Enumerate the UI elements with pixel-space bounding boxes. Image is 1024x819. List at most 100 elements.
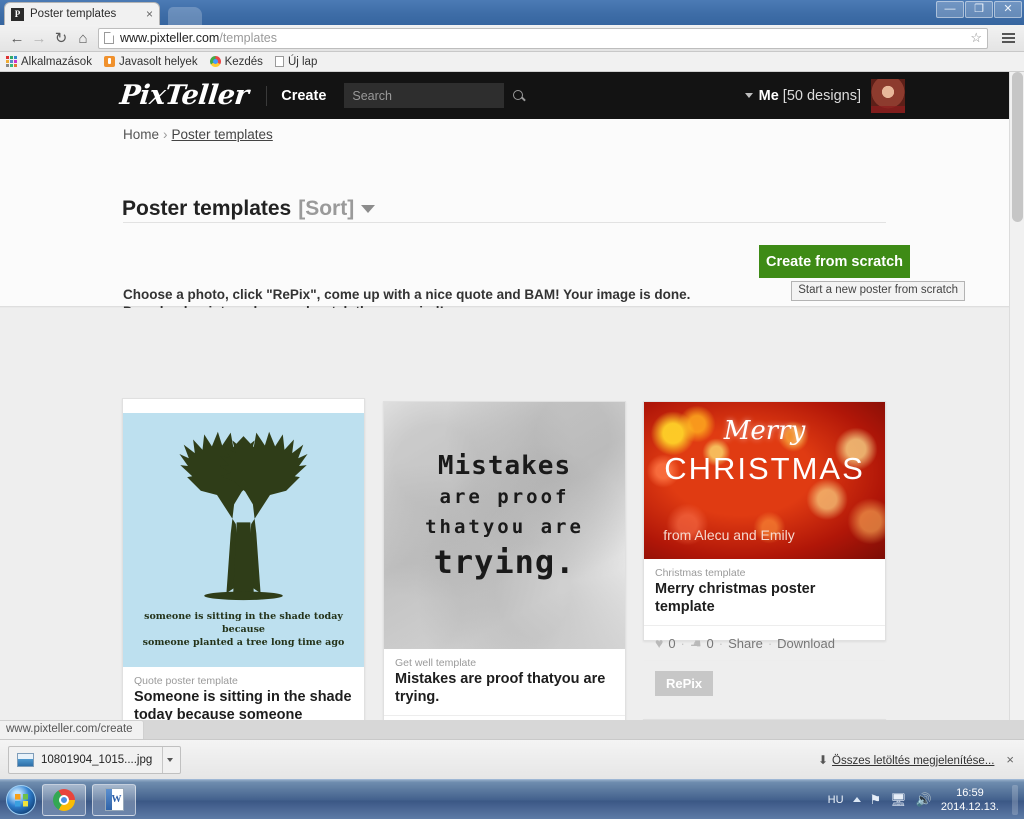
shelf-right-group: ⬇ Összes letöltés megjelenítése... × [818,751,1014,769]
create-from-scratch-button[interactable]: Create from scratch [759,245,910,278]
tab-close-icon[interactable]: × [146,7,153,21]
card-thumbnail[interactable]: Merry CHRISTMAS from Alecu and Emily [644,402,885,559]
maximize-button[interactable]: ❐ [965,1,993,18]
poster-line-2: CHRISTMAS [664,450,865,486]
volume-icon[interactable]: 🔊 [916,792,932,808]
clock-time: 16:59 [956,786,984,799]
card-title[interactable]: Merry christmas poster template [655,580,874,616]
browser-toolbar: ← → ↻ ⌂ www.pixteller.com/templates ☆ [0,25,1024,52]
heart-icon[interactable]: ♥ [655,635,663,651]
reload-icon[interactable]: ↻ [50,27,72,49]
page-scrollbar[interactable] [1009,72,1024,720]
show-hidden-icons-icon[interactable] [852,797,861,802]
card-thumbnail[interactable]: Mistakes are proof thatyou are trying. [384,402,625,649]
separator-dot: · [680,635,685,651]
typewriter-paper-art: Mistakes are proof thatyou are trying. [384,402,625,649]
user-label: Me [758,87,779,104]
quote-line-2: someone planted a tree long time ago [142,637,345,648]
browser-titlebar: P Poster templates × — ❐ ✕ [0,0,1024,25]
start-orb-icon[interactable] [6,784,36,815]
close-shelf-icon[interactable]: × [1006,752,1014,767]
header-divider [266,85,268,106]
breadcrumb-current[interactable]: Poster templates [172,127,273,142]
search-icon[interactable] [513,89,525,102]
site-header: PixTeller Create Me [50 designs] [0,72,1009,119]
poster-line-3: thatyou are [425,515,584,538]
tab-favicon-icon: P [11,7,24,21]
tree-poster-quote: someone is sitting in the shade today be… [123,610,364,649]
word-icon-letter: W [111,794,122,805]
card-actions: ♥ 6 · ☚ 0 · Share · Download [384,715,625,720]
poster-line-1: Merry [723,416,806,447]
download-item[interactable]: 10801904_1015....jpg [8,745,182,774]
search-box[interactable] [344,83,524,108]
chevron-down-icon [744,93,753,98]
bookmark-apps[interactable]: Alkalmazások [6,56,92,68]
page-description-line1: Choose a photo, click "RePix", come up w… [123,287,691,302]
tree-poster-art: someone is sitting in the shade today be… [123,413,364,667]
back-icon[interactable]: ← [6,27,28,49]
word-icon: W [104,788,124,811]
home-icon[interactable]: ⌂ [72,27,94,49]
sort-toggle-label[interactable]: [Sort] [298,197,354,221]
bookmark-label: Kezdés [224,55,263,68]
tree-icon [179,431,308,601]
clock[interactable]: 16:59 2014.12.13. [941,786,999,814]
card-title[interactable]: Mistakes are proof thatyou are trying. [395,670,614,706]
breadcrumb-home[interactable]: Home [123,127,159,142]
close-window-button[interactable]: ✕ [994,1,1022,18]
breadcrumb-separator: › [163,127,168,142]
browser-tab[interactable]: P Poster templates × [4,2,160,25]
show-desktop-button[interactable] [1012,784,1018,815]
clock-date: 2014.12.13. [940,800,999,813]
bookmark-suggested[interactable]: Javasolt helyek [103,55,198,68]
chrome-menu-icon[interactable] [998,33,1018,43]
taskbar-item-chrome[interactable] [42,783,86,816]
scrollbar-thumb[interactable] [1012,72,1023,222]
bookmark-newtab[interactable]: Új lap [274,55,318,68]
url-path: /templates [219,31,278,45]
language-indicator[interactable]: HU [828,794,844,806]
separator-dot: · [767,635,773,651]
search-input[interactable] [352,88,514,103]
url-domain: www.pixteller.com [120,31,220,45]
download-link[interactable]: Download [777,636,835,651]
network-icon[interactable]: 🖥 [890,792,907,808]
template-card[interactable]: someone is sitting in the shade today be… [122,398,365,720]
separator-dot: · [718,635,724,651]
create-button-tooltip: Start a new poster from scratch [791,281,965,301]
template-card[interactable] [643,719,886,720]
share-link[interactable]: Share [728,636,763,651]
chevron-down-icon[interactable] [361,205,376,213]
status-bubble: www.pixteller.com/create [0,720,144,739]
card-title[interactable]: Someone is sitting in the shade today be… [134,688,353,720]
bookmark-start[interactable]: Kezdés [209,55,263,68]
url-text: www.pixteller.com/templates [120,31,277,45]
card-thumbnail[interactable]: someone is sitting in the shade today be… [123,399,364,667]
bookmark-star-icon[interactable]: ☆ [970,30,982,46]
poster-line-2: are proof [439,485,570,508]
chrome-icon [209,56,221,67]
template-card[interactable]: Mistakes are proof thatyou are trying. G… [383,401,626,720]
repix-button[interactable]: RePix [655,671,714,696]
bookmark-label: Új lap [287,55,318,68]
user-menu[interactable]: Me [50 designs] [744,78,905,113]
site-logo[interactable]: PixTeller [118,80,250,111]
show-all-downloads-label[interactable]: Összes letöltés megjelenítése... [832,755,994,767]
nav-create-link[interactable]: Create [281,88,326,104]
avatar[interactable] [871,78,905,113]
thumbs-down-icon[interactable]: ☚ [690,635,702,651]
breadcrumb: Home › Poster templates [123,127,273,142]
taskbar-item-word[interactable]: W [92,783,136,816]
new-tab-button[interactable] [168,7,202,25]
chrome-icon [53,788,75,811]
bookmark-label: Javasolt helyek [118,55,198,68]
address-bar[interactable]: www.pixteller.com/templates ☆ [98,27,988,49]
template-card[interactable]: Merry CHRISTMAS from Alecu and Emily Chr… [643,401,886,696]
minimize-button[interactable]: — [936,1,964,18]
show-all-downloads[interactable]: ⬇ Összes letöltés megjelenítése... [818,751,994,769]
flag-icon[interactable]: ⚑ [870,792,882,808]
forward-icon[interactable]: → [28,27,50,49]
download-menu-button[interactable] [162,746,176,773]
card-actions: ♥ 0 · ☚ 0 · Share · Download [644,625,885,660]
